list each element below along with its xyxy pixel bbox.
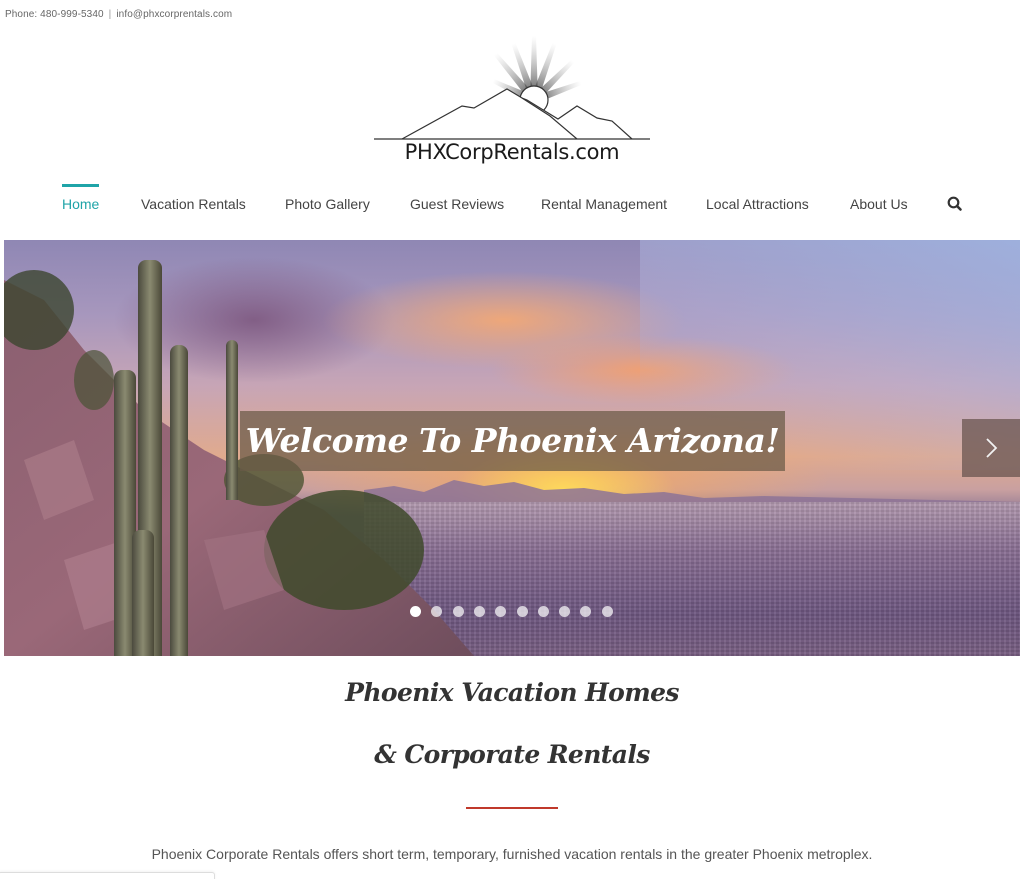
nav-item-vacation-rentals[interactable]: Vacation Rentals <box>141 184 246 224</box>
section-heading-line1: Phoenix Vacation Homes <box>345 678 679 707</box>
slider-dot[interactable] <box>452 606 464 617</box>
contact-bar: Phone: 480-999-5340 | info@phxcorprentals.… <box>5 9 232 20</box>
intro-text: Phoenix Corporate Rentals offers short t… <box>151 846 873 862</box>
slider-dot[interactable] <box>410 606 421 617</box>
chevron-right-icon <box>986 438 998 458</box>
logo-text: PHXCorpRentals.com <box>404 140 620 164</box>
hero-slider: Welcome To Phoenix Arizona! <box>4 240 1020 656</box>
site-logo[interactable]: PHXCorpRentals.com <box>372 36 652 170</box>
phone-text: Phone: 480-999-5340 <box>5 9 104 20</box>
slider-dot[interactable] <box>601 606 613 617</box>
email-link[interactable]: info@phxcorprentals.com <box>116 9 232 20</box>
search-button[interactable] <box>946 195 964 213</box>
slider-dot[interactable] <box>537 606 549 617</box>
corner-widget[interactable] <box>0 872 215 879</box>
slider-dot[interactable] <box>473 606 485 617</box>
slide-caption: Welcome To Phoenix Arizona! <box>240 411 785 471</box>
saguaro-cactus <box>170 345 188 656</box>
separator: | <box>108 9 112 20</box>
saguaro-cactus <box>226 340 238 500</box>
nav-item-photo-gallery[interactable]: Photo Gallery <box>285 184 370 224</box>
nav-item-about-us[interactable]: About Us <box>850 184 908 224</box>
slide-caption-text: Welcome To Phoenix Arizona! <box>245 421 780 460</box>
nav-item-local-attractions[interactable]: Local Attractions <box>706 184 809 224</box>
main-nav: Home Vacation Rentals Photo Gallery Gues… <box>0 184 1024 224</box>
nav-item-guest-reviews[interactable]: Guest Reviews <box>410 184 504 224</box>
heading-divider <box>466 807 558 809</box>
saguaro-cactus <box>132 530 154 656</box>
slider-dot[interactable] <box>516 606 528 617</box>
search-icon <box>947 196 962 211</box>
mountain-sunrise-logo-icon <box>374 36 650 140</box>
nav-item-rental-management[interactable]: Rental Management <box>541 184 667 224</box>
nav-item-home[interactable]: Home <box>62 184 100 224</box>
section-heading-line2: & Corporate Rentals <box>374 740 650 769</box>
slider-next-button[interactable] <box>962 419 1020 477</box>
